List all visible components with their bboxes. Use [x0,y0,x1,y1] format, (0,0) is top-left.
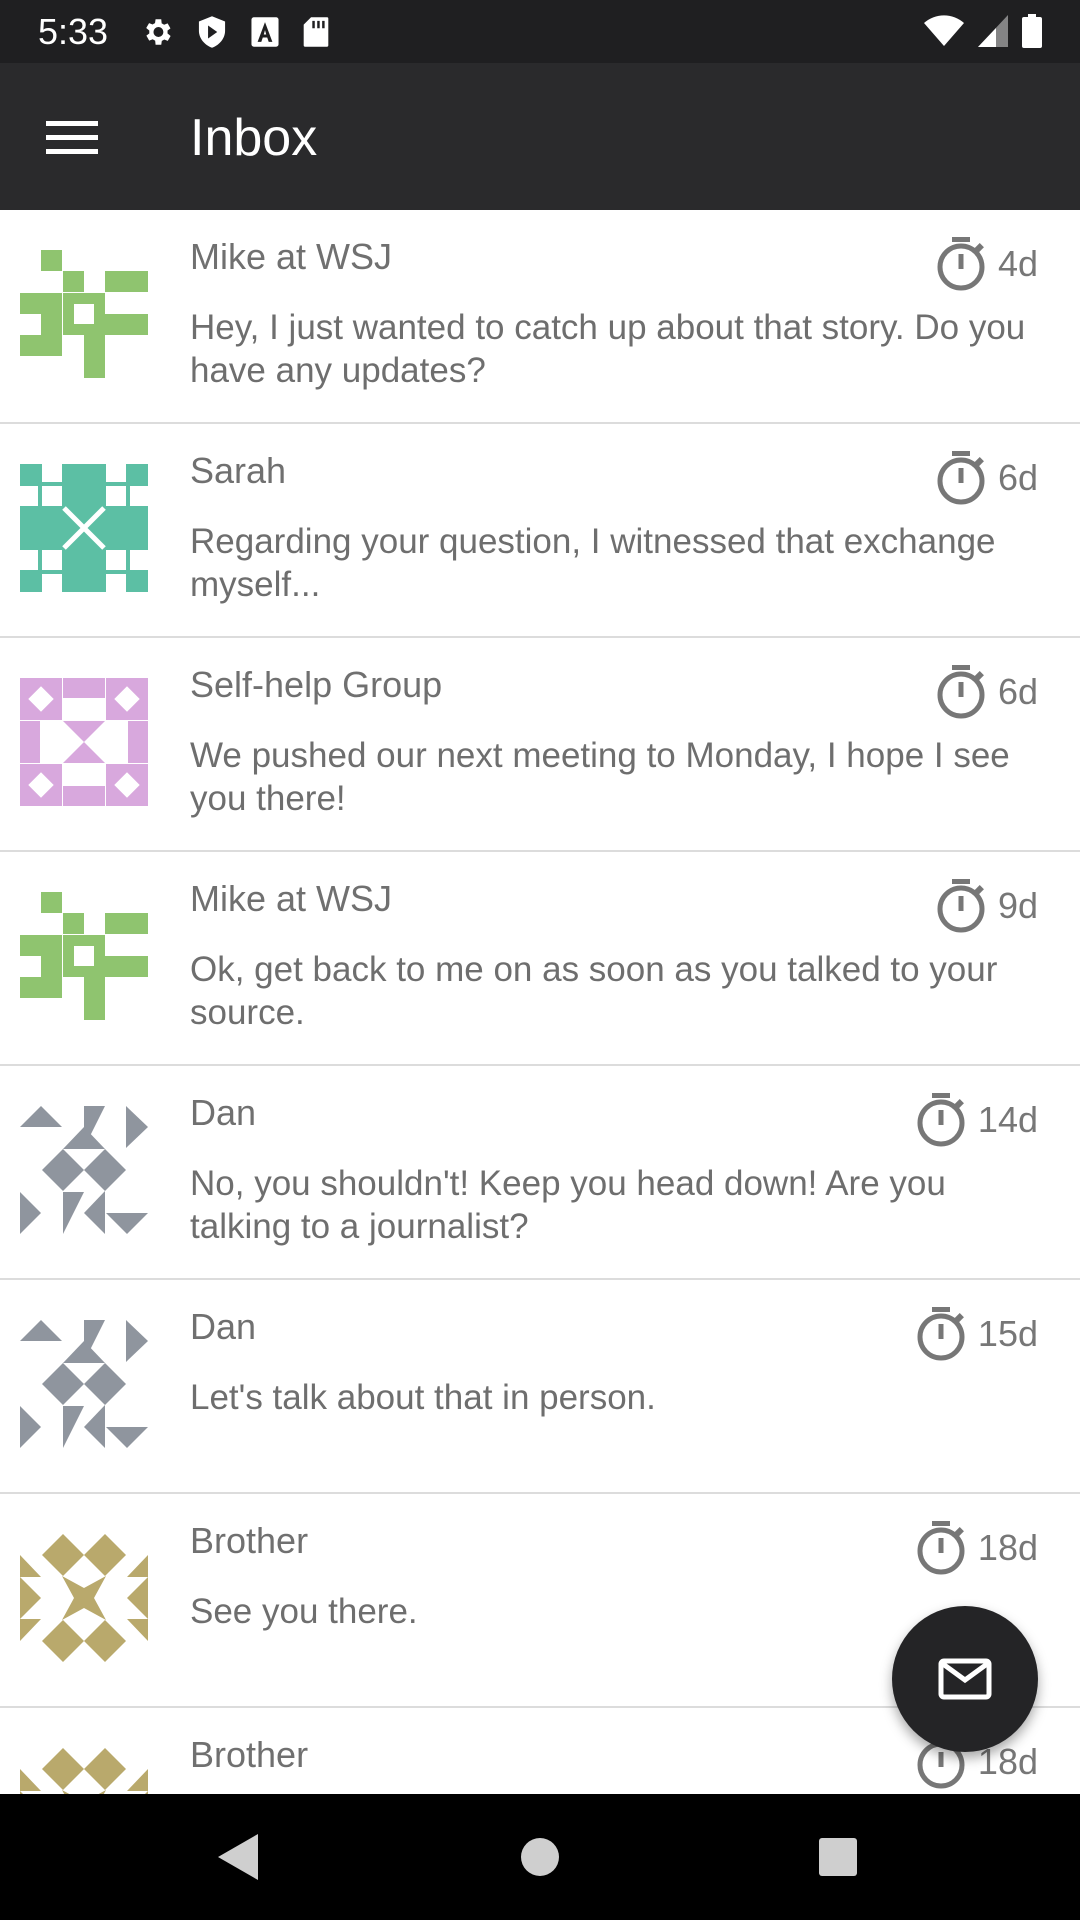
sender-name: Mike at WSJ [190,236,393,277]
status-bar: 5:33 [0,0,1080,63]
sender-name: Self-help Group [190,664,443,705]
list-item[interactable]: Sarah 6d Regarding your question, I witn… [0,424,1080,638]
settings-icon [140,15,174,49]
timer-icon [937,451,985,505]
list-item[interactable]: Dan 15d Let's talk about that in person. [0,1280,1080,1494]
message-preview: Let's talk about that in person. [190,1378,656,1417]
compose-message-button[interactable] [892,1606,1038,1752]
age-label: 4d [997,243,1038,284]
sender-name: Dan [190,1092,257,1133]
message-preview: No, you shouldn't! Keep you head down! A… [190,1164,946,1246]
message-age: 15d [916,1306,1038,1362]
sd-card-icon [302,16,330,48]
battery-icon [1022,14,1042,48]
message-age: 18d [916,1520,1038,1576]
page-title: Inbox [190,109,318,167]
back-icon[interactable] [208,1827,268,1887]
age-label: 15d [977,1313,1038,1354]
sender-name: Brother [190,1734,309,1775]
app-bar: Inbox [0,63,1080,210]
age-label: 14d [977,1099,1038,1140]
signal-icon [978,15,1008,47]
age-label: 18d [977,1527,1038,1568]
status-time: 5:33 [38,11,109,52]
avatar [20,1748,148,1794]
age-label: 6d [997,457,1038,498]
list-item[interactable]: Mike at WSJ 4d Hey, I just wanted to cat… [0,210,1080,424]
age-label: 9d [997,885,1038,926]
shield-icon [196,15,228,49]
message-preview: Hey, I just wanted to catch up about tha… [190,308,1026,390]
sender-name: Brother [190,1520,309,1561]
timer-icon [937,879,985,933]
avatar [20,678,148,806]
sender-name: Mike at WSJ [190,878,393,919]
avatar [20,892,148,1020]
hamburger-menu-icon[interactable] [32,108,112,168]
age-label: 6d [997,671,1038,712]
message-preview: Ok, get back to me on as soon as you tal… [190,950,998,1032]
avatar [20,1320,148,1448]
inbox-list: Mike at WSJ 4d Hey, I just wanted to cat… [0,210,1080,1794]
mail-icon [938,1658,992,1700]
sender-name: Sarah [190,450,287,491]
timer-icon [917,1307,965,1361]
message-age: 6d [936,664,1038,720]
home-icon[interactable] [510,1827,570,1887]
sender-name: Dan [190,1306,257,1347]
navigation-bar [0,1794,1080,1920]
timer-icon [917,1521,965,1575]
avatar [20,464,148,592]
avatar [20,1534,148,1662]
recents-icon[interactable] [808,1827,868,1887]
avatar [20,250,148,378]
message-age: 4d [936,236,1038,292]
list-item[interactable]: Mike at WSJ 9d Ok, get back to me on as … [0,852,1080,1066]
message-age: 9d [936,878,1038,934]
message-age: 6d [936,450,1038,506]
list-item[interactable]: Dan 14d No, you shouldn't! Keep you head… [0,1066,1080,1280]
timer-icon [917,1093,965,1147]
timer-icon [937,237,985,291]
wifi-icon [924,15,964,47]
keyboard-a-icon [250,16,280,48]
avatar [20,1106,148,1234]
status-left-icons [140,13,330,51]
list-item[interactable]: Self-help Group 6d We pushed our next me… [0,638,1080,852]
status-right-icons [924,12,1042,50]
message-preview: Regarding your question, I witnessed tha… [190,522,996,604]
message-preview: We pushed our next meeting to Monday, I … [190,736,1010,818]
timer-icon [937,665,985,719]
message-age: 14d [916,1092,1038,1148]
